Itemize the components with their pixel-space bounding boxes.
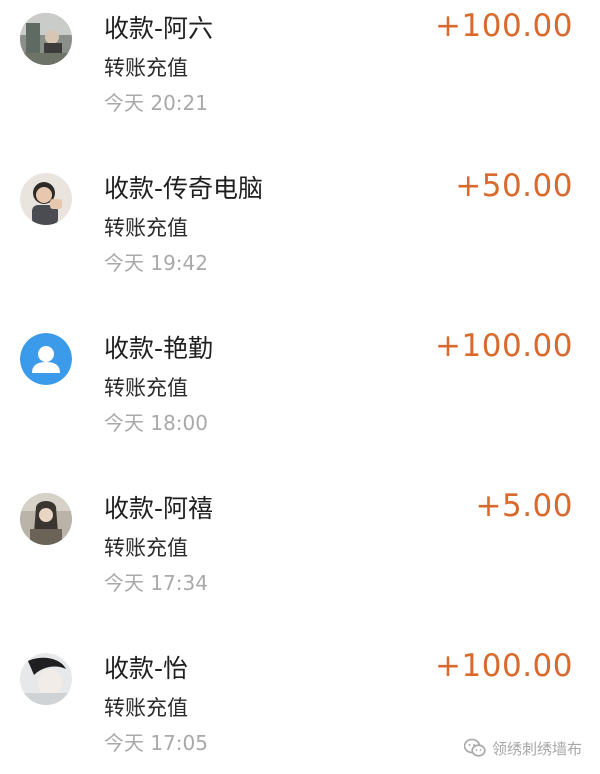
transaction-time: 今天 17:05 bbox=[104, 731, 208, 755]
transaction-title: 收款-阿禧 bbox=[104, 494, 214, 523]
transaction-amount: +100.00 bbox=[435, 648, 573, 684]
transaction-amount: +50.00 bbox=[455, 168, 573, 204]
transaction-row[interactable]: 收款-阿禧 转账充值 今天 17:34 +5.00 bbox=[0, 480, 600, 640]
transaction-time: 今天 18:00 bbox=[104, 411, 208, 435]
transaction-row[interactable]: 收款-阿六 转账充值 今天 20:21 +100.00 bbox=[0, 0, 600, 160]
transaction-title: 收款-怡 bbox=[104, 654, 189, 683]
transaction-title: 收款-艳勤 bbox=[104, 334, 214, 363]
transaction-title: 收款-传奇电脑 bbox=[104, 174, 264, 203]
transaction-time: 今天 17:34 bbox=[104, 571, 208, 595]
transaction-subtitle: 转账充值 bbox=[104, 696, 188, 720]
transaction-amount: +100.00 bbox=[435, 8, 573, 44]
user-icon bbox=[20, 333, 72, 385]
transaction-amount: +100.00 bbox=[435, 328, 573, 364]
transaction-subtitle: 转账充值 bbox=[104, 376, 188, 400]
watermark-text: 领绣刺绣墙布 bbox=[491, 739, 582, 758]
transaction-title: 收款-阿六 bbox=[104, 14, 214, 43]
transaction-list: 收款-阿六 转账充值 今天 20:21 +100.00 收款-传奇电脑 转账充值… bbox=[0, 0, 600, 774]
transaction-time: 今天 19:42 bbox=[104, 251, 208, 275]
avatar bbox=[20, 493, 72, 545]
transaction-row[interactable]: 收款-传奇电脑 转账充值 今天 19:42 +50.00 bbox=[0, 160, 600, 320]
transaction-time: 今天 20:21 bbox=[104, 91, 208, 115]
transaction-row[interactable]: 收款-艳勤 转账充值 今天 18:00 +100.00 bbox=[0, 320, 600, 480]
transaction-subtitle: 转账充值 bbox=[104, 56, 188, 80]
transaction-subtitle: 转账充值 bbox=[104, 536, 188, 560]
watermark: 领绣刺绣墙布 bbox=[463, 736, 582, 760]
transaction-subtitle: 转账充值 bbox=[104, 216, 188, 240]
transaction-amount: +5.00 bbox=[475, 488, 573, 524]
wechat-icon bbox=[463, 738, 486, 758]
avatar bbox=[20, 13, 72, 65]
avatar bbox=[20, 173, 72, 225]
avatar bbox=[20, 653, 72, 705]
